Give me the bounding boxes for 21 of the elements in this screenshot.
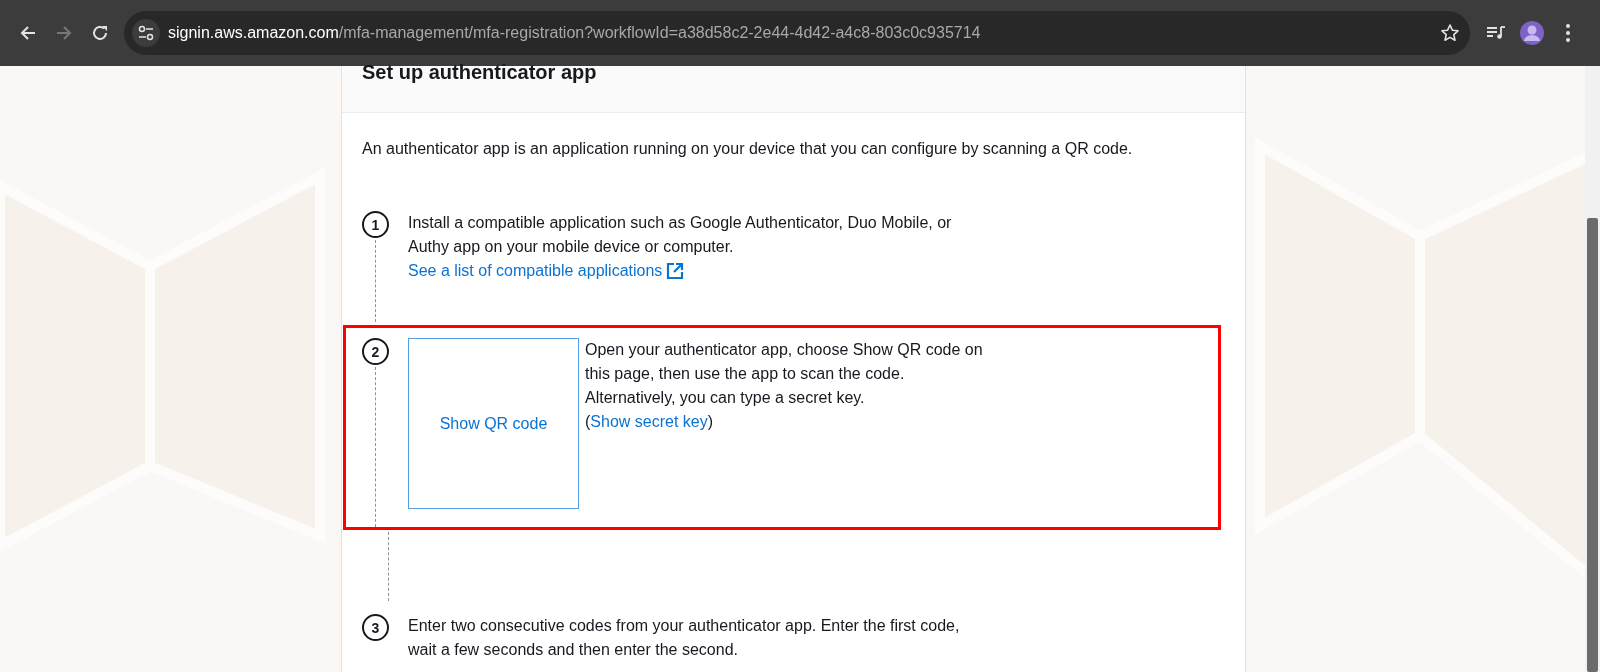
secret-key-link[interactable]: Show secret key bbox=[590, 413, 708, 430]
step-number: 1 bbox=[362, 211, 389, 238]
step-text: Install a compatible application such as Google Authenticator, Duo Mobile, or Authy app on your mobile device or computer. bbox=[408, 213, 952, 257]
step-number: 3 bbox=[362, 614, 389, 641]
step-text: Enter two consecutive codes from your authenticator app. Enter the first code, wait a few seconds and then enter the second. bbox=[408, 616, 960, 660]
media-queue-icon[interactable] bbox=[1486, 24, 1506, 42]
star-icon[interactable] bbox=[1440, 23, 1460, 43]
avatar-icon[interactable] bbox=[1519, 20, 1545, 46]
intro-text: An authenticator app is an application running on your device that you can configure by scanning a QR code. bbox=[362, 139, 1134, 159]
site-settings-icon[interactable] bbox=[138, 25, 154, 41]
show-qr-button[interactable]: Show QR code bbox=[408, 338, 579, 509]
external-link-icon[interactable] bbox=[666, 262, 685, 280]
scrollbar-thumb[interactable] bbox=[1587, 218, 1598, 672]
menu-icon[interactable] bbox=[1565, 23, 1571, 43]
card-title: Set up authenticator app bbox=[362, 62, 598, 82]
scrollbar[interactable] bbox=[1585, 66, 1600, 672]
back-arrow-icon[interactable] bbox=[19, 24, 37, 42]
reload-icon[interactable] bbox=[91, 24, 109, 42]
step-text: Open your authenticator app, choose Show QR code on this page, then use the app to scan the code. Alternatively, you can type a secret key. (Show secret key) bbox=[585, 340, 983, 432]
step-number: 2 bbox=[362, 338, 389, 365]
compatible-apps-link[interactable]: See a list of compatible applications bbox=[408, 259, 685, 283]
